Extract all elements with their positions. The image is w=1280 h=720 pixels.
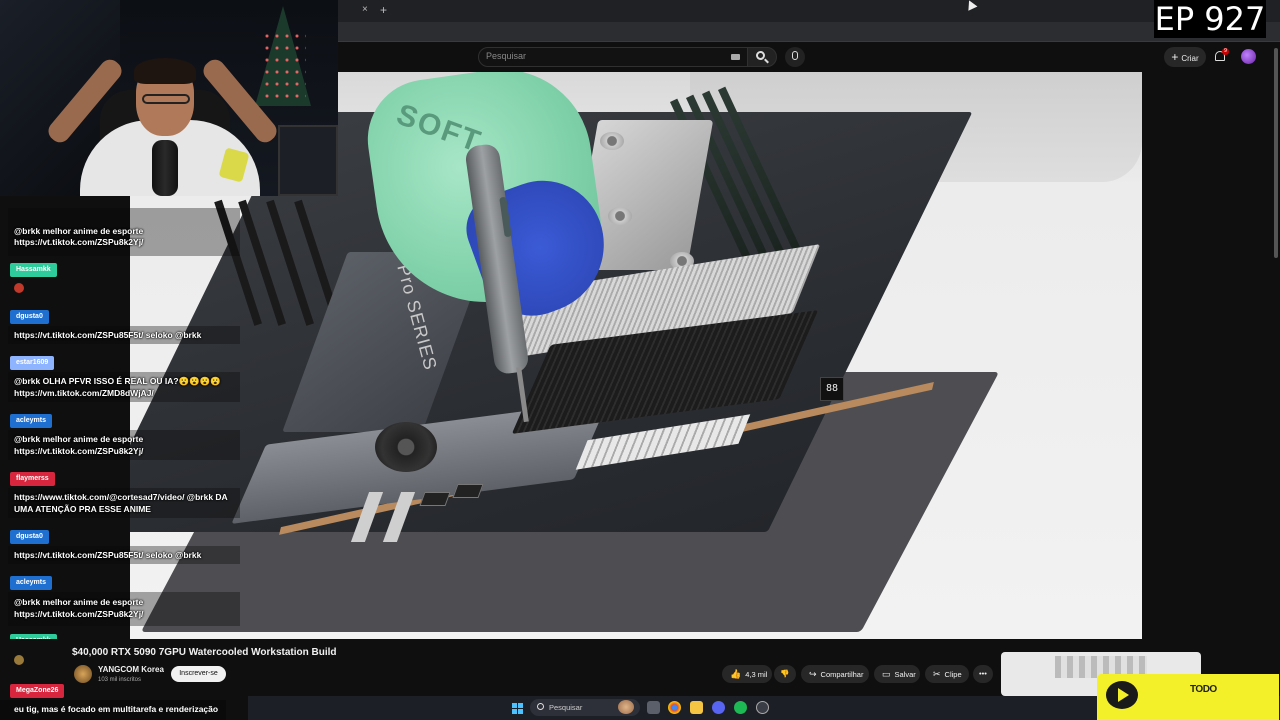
channel-name[interactable]: YANGCOM Korea xyxy=(98,665,164,674)
save-icon: ▭ xyxy=(882,669,891,679)
new-tab-button[interactable]: + xyxy=(380,3,387,17)
video-debug-led: 88 xyxy=(820,377,844,401)
share-label: Compartilhar xyxy=(820,670,864,679)
video-fitting xyxy=(608,207,632,225)
task-view-icon[interactable] xyxy=(647,701,660,714)
chat-username[interactable]: dgusta0 xyxy=(10,530,49,544)
plus-icon: + xyxy=(1171,50,1179,64)
share-icon: ↪ xyxy=(809,669,817,679)
tree-lights xyxy=(262,30,306,100)
create-button[interactable]: + Criar xyxy=(1164,47,1206,67)
microphone-icon xyxy=(792,51,798,60)
subscribe-button[interactable]: Inscrever-se xyxy=(171,666,226,682)
windows-icon[interactable] xyxy=(512,703,523,714)
streamer-webcam xyxy=(0,0,338,196)
chat-username[interactable]: Hassamkk xyxy=(10,263,57,277)
chrome-icon[interactable] xyxy=(668,701,681,714)
chat-message-text: @brkk OLHA PFVR ISSO É REAL OU IA?😮😮😮😮 xyxy=(14,376,221,386)
logo-text: TODO xyxy=(1190,684,1217,695)
like-icon: 👍 xyxy=(730,669,742,679)
video-title: $40,000 RTX 5090 7GPU Watercooled Workst… xyxy=(72,647,337,658)
taskbar-search-label: Pesquisar xyxy=(549,703,583,712)
spotify-icon[interactable] xyxy=(734,701,747,714)
profile-avatar[interactable] xyxy=(1241,49,1256,64)
search-icon xyxy=(756,51,765,60)
more-actions-button[interactable]: ••• xyxy=(973,665,993,683)
chat-message-text: https://vt.tiktok.com/ZSPu8k2Yj/ xyxy=(14,609,144,619)
video-io-port xyxy=(419,492,451,506)
screen: × + Pesquisar + Criar 9 Pro SERIES 88 SO… xyxy=(0,0,1280,720)
chat-message-text: @brkk melhor anime de esporte xyxy=(14,226,144,236)
video-chipset-fan xyxy=(375,422,437,472)
discord-icon[interactable] xyxy=(712,701,725,714)
chat-username[interactable]: MegaZone26 xyxy=(10,684,65,698)
chat-message-text: https://vt.tiktok.com/ZSPu85F5t/ seloko … xyxy=(14,330,202,340)
chat-message-text: https://vm.tiktok.com/ZMD8dWjAJ/ xyxy=(14,388,154,398)
create-label: Criar xyxy=(1181,54,1199,63)
browser-toolbar xyxy=(338,22,1280,42)
channel-avatar[interactable] xyxy=(74,665,92,683)
chat-message-text: https://vt.tiktok.com/ZSPu8k2Yj/ xyxy=(14,446,144,456)
background-monitor xyxy=(278,125,338,196)
clip-button[interactable]: ✂ Clipe xyxy=(925,665,969,683)
streamer-glasses xyxy=(142,94,190,104)
streamer-microphone xyxy=(152,140,178,196)
share-button[interactable]: ↪ Compartilhar xyxy=(801,665,869,683)
clip-icon: ✂ xyxy=(933,669,941,679)
chat-message-text: eu tig, mas é focado em multitarefa e re… xyxy=(14,704,219,714)
streamer-hair xyxy=(134,58,196,84)
chat-username[interactable]: dgusta0 xyxy=(10,310,49,324)
chat-message-text: https://vt.tiktok.com/ZSPu8k2Yj/ xyxy=(14,237,144,247)
taskbar-search-icon xyxy=(537,703,544,710)
obs-icon[interactable] xyxy=(756,701,769,714)
dislike-button[interactable]: 👎 xyxy=(774,665,796,683)
chat-message-text: @brkk melhor anime de esporte xyxy=(14,597,144,607)
like-count: 4,3 mil xyxy=(745,670,768,679)
scrollbar-thumb[interactable] xyxy=(1274,48,1278,258)
chat-emote-icon xyxy=(14,655,24,665)
chat-message-text: https://www.tiktok.com/@cortesad7/video/… xyxy=(14,492,228,502)
chat-username[interactable]: flaymerss xyxy=(10,472,55,486)
save-button[interactable]: ▭ Salvar xyxy=(874,665,920,683)
tab-close-button[interactable]: × xyxy=(362,4,368,15)
save-label: Salvar xyxy=(894,670,916,679)
like-button[interactable]: 👍 4,3 mil xyxy=(722,665,772,683)
chat-username[interactable]: acleymts xyxy=(10,576,52,590)
video-io-port xyxy=(452,484,484,498)
keyboard-icon[interactable] xyxy=(731,54,740,60)
video-fitting xyxy=(600,132,624,150)
chat-message-text: @brkk melhor anime de esporte xyxy=(14,434,144,444)
notification-badge: 9 xyxy=(1222,48,1229,55)
chat-username[interactable]: estar1609 xyxy=(10,356,55,370)
clip-label: Clipe xyxy=(944,670,962,679)
browser-tab-bar xyxy=(338,0,1280,22)
subscriber-count: 103 mil inscritos xyxy=(98,677,142,683)
chat-message-text: https://vt.tiktok.com/ZSPu85F5t/ seloko … xyxy=(14,550,202,560)
video-side-area xyxy=(1142,72,1272,639)
episode-badge: EP 927 xyxy=(1154,0,1266,38)
search-placeholder: Pesquisar xyxy=(486,51,527,61)
dislike-icon: 👎 xyxy=(780,669,790,678)
file-explorer-icon[interactable] xyxy=(690,701,703,714)
chat-message-text: UMA ATENÇÃO PRA ESSE ANIME xyxy=(14,504,151,514)
search-highlight-icon xyxy=(618,700,634,714)
chat-emote-icon xyxy=(14,283,24,293)
chat-username[interactable]: acleymts xyxy=(10,414,52,428)
play-triangle-icon xyxy=(1118,688,1129,702)
